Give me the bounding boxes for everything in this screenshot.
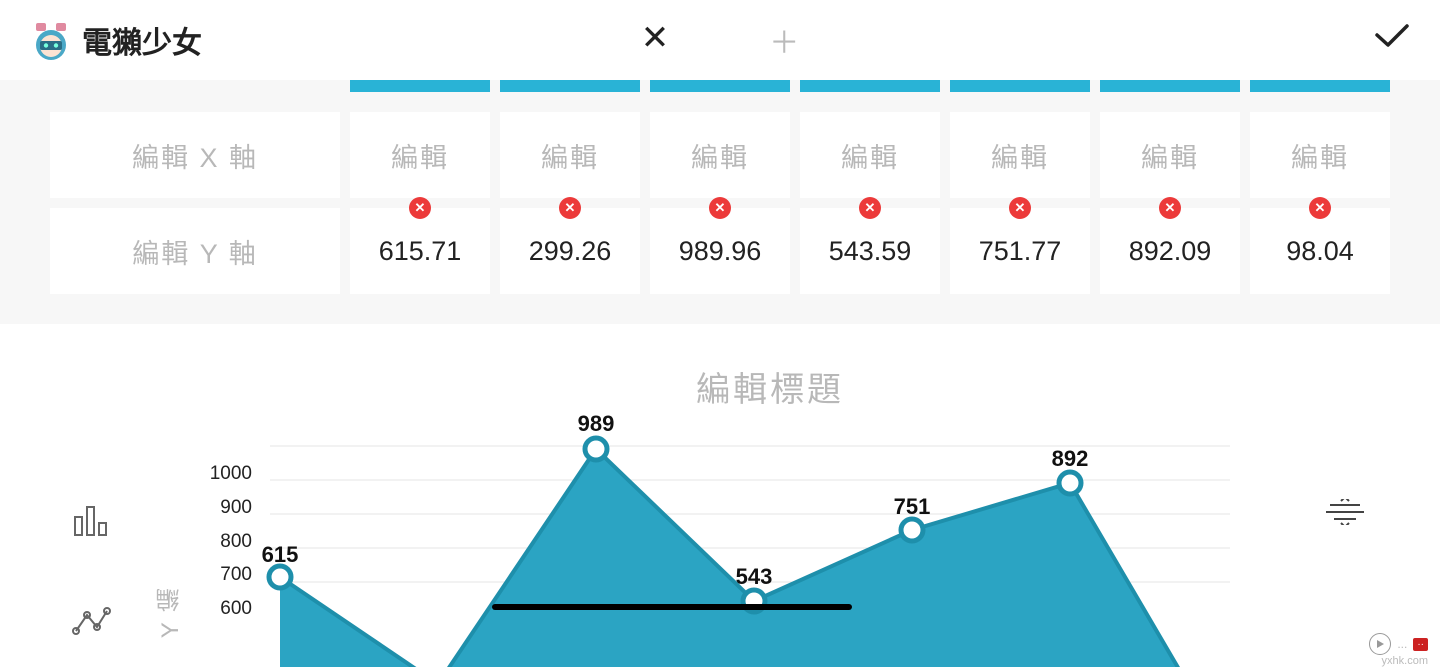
brand-name: 電獺少女 bbox=[82, 18, 202, 62]
data-grid-section: 編輯 X 軸 編輯 Y 軸 編輯 ✕ 615.71 編輯 ✕ 299.26 編輯… bbox=[0, 80, 1440, 324]
bar-chart-type-icon[interactable] bbox=[69, 499, 111, 546]
chart-type-sidebar bbox=[30, 354, 150, 648]
line-chart-type-icon[interactable] bbox=[69, 601, 111, 648]
column-header[interactable]: 編輯 bbox=[650, 112, 790, 198]
delete-column-icon[interactable]: ✕ bbox=[1009, 197, 1031, 219]
column-header[interactable]: 編輯 bbox=[350, 112, 490, 198]
point-label: 615 bbox=[262, 542, 299, 568]
value-cell[interactable]: ✕ 751.77 bbox=[950, 208, 1090, 294]
value-cell[interactable]: ✕ 543.59 bbox=[800, 208, 940, 294]
column-header[interactable]: 編輯 bbox=[1100, 112, 1240, 198]
legend-toggle-icon[interactable] bbox=[1326, 499, 1364, 530]
edit-x-axis-cell[interactable]: 編輯 X 軸 bbox=[50, 112, 340, 198]
point-label: 751 bbox=[894, 494, 931, 520]
brand-logo[interactable]: 電獺少女 bbox=[30, 18, 202, 62]
point-label: 989 bbox=[578, 411, 615, 437]
delete-column-icon[interactable]: ✕ bbox=[709, 197, 731, 219]
column-header[interactable]: 編輯 bbox=[1250, 112, 1390, 198]
value-cell[interactable]: ✕ 989.96 bbox=[650, 208, 790, 294]
column-header[interactable]: 編輯 bbox=[500, 112, 640, 198]
delete-column-icon[interactable]: ✕ bbox=[859, 197, 881, 219]
play-icon bbox=[1369, 633, 1391, 655]
delete-column-icon[interactable]: ✕ bbox=[1309, 197, 1331, 219]
value-cell[interactable]: ✕ 98.04 bbox=[1250, 208, 1390, 294]
chart-tools-sidebar bbox=[1280, 354, 1410, 648]
add-icon[interactable]: ＋ bbox=[769, 18, 799, 62]
chart-title-input[interactable]: 編輯標題 bbox=[260, 354, 1280, 446]
delete-column-icon[interactable]: ✕ bbox=[409, 197, 431, 219]
scrubber-handle[interactable] bbox=[492, 604, 852, 610]
watermark: ... ·· yxhk.com bbox=[1369, 633, 1428, 655]
edit-y-axis-cell[interactable]: 編輯 Y 軸 bbox=[50, 208, 340, 294]
column-accent-bars bbox=[350, 80, 1390, 92]
header: 電獺少女 ✕ ＋ bbox=[0, 0, 1440, 80]
value-cell[interactable]: ✕ 892.09 bbox=[1100, 208, 1240, 294]
column-header[interactable]: 編輯 bbox=[950, 112, 1090, 198]
y-axis-ticks: 1000 900 800 700 600 bbox=[190, 354, 260, 648]
delete-column-icon[interactable]: ✕ bbox=[559, 197, 581, 219]
column-header[interactable]: 編輯 bbox=[800, 112, 940, 198]
brand-mascot-icon bbox=[30, 19, 72, 61]
chart-plot[interactable]: 615 989 543 751 892 bbox=[270, 446, 1230, 646]
value-cell[interactable]: ✕ 615.71 bbox=[350, 208, 490, 294]
point-label: 543 bbox=[736, 564, 773, 590]
value-cell[interactable]: ✕ 299.26 bbox=[500, 208, 640, 294]
point-label: 892 bbox=[1052, 446, 1089, 472]
confirm-icon[interactable] bbox=[1374, 23, 1410, 57]
chart-section: Y 編 1000 900 800 700 600 編輯標題 bbox=[0, 324, 1440, 648]
delete-column-icon[interactable]: ✕ bbox=[1159, 197, 1181, 219]
y-axis-label[interactable]: Y 編 bbox=[153, 586, 188, 638]
close-icon[interactable]: ✕ bbox=[641, 18, 670, 62]
